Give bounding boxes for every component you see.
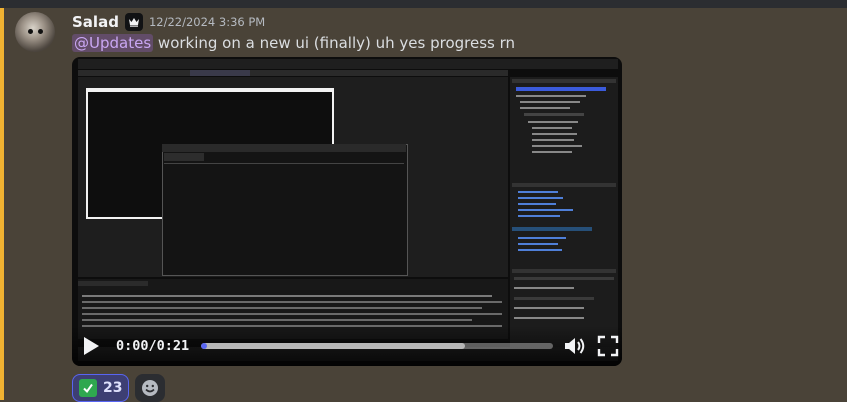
time-separator: /: [148, 338, 157, 354]
video-progress-bar[interactable]: [201, 343, 554, 349]
check-mark-icon: [79, 379, 97, 397]
video-attachment[interactable]: 0:00/0:21: [72, 57, 622, 366]
play-icon[interactable]: [82, 336, 100, 356]
username[interactable]: Salad: [72, 13, 119, 31]
message-timestamp: 12/22/2024 3:36 PM: [148, 15, 266, 29]
video-time: 0:00/0:21: [116, 338, 189, 354]
avatar[interactable]: [15, 12, 55, 52]
add-reaction-button[interactable]: [135, 374, 166, 402]
reactions-bar: 23: [72, 374, 166, 402]
mention-highlight-bar: [0, 8, 4, 400]
message-content: @Updates working on a new ui (finally) u…: [72, 34, 515, 52]
reaction-check-mark[interactable]: 23: [72, 374, 130, 402]
volume-icon[interactable]: [563, 335, 587, 357]
duration: 0:21: [156, 338, 190, 354]
buffered-fill: [201, 343, 466, 349]
current-time: 0:00: [116, 338, 149, 354]
message-header: Salad 12/22/2024 3:36 PM: [72, 12, 265, 32]
crown-icon: [124, 13, 143, 31]
video-controls: 0:00/0:21: [72, 326, 622, 366]
smiley-icon: [142, 380, 159, 396]
reaction-count: 23: [103, 380, 123, 396]
top-bar: [0, 0, 847, 8]
fullscreen-icon[interactable]: [597, 335, 619, 357]
message-text: working on a new ui (finally) uh yes pro…: [157, 34, 516, 52]
role-mention[interactable]: @Updates: [72, 34, 154, 52]
